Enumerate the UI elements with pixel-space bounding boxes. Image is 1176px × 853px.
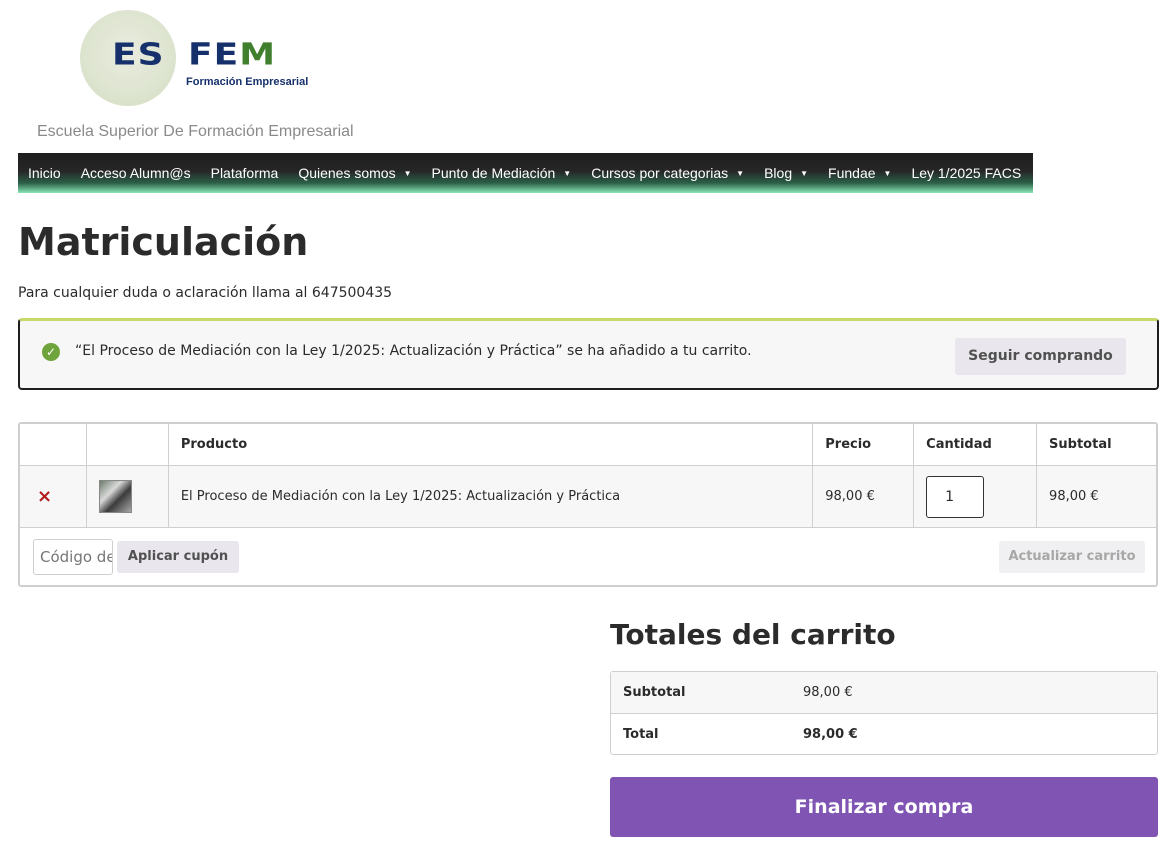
logo-fem-text: FEM xyxy=(188,37,277,72)
nav-item-cursos-por-categorias[interactable]: Cursos por categorias ▼ xyxy=(591,165,744,181)
site-logo[interactable]: ES FEM Formación Empresarial xyxy=(80,10,320,106)
total-label: Total xyxy=(623,726,659,742)
site-description: Escuela Superior De Formación Empresaria… xyxy=(37,123,354,140)
subtotal-label: Subtotal xyxy=(623,685,686,700)
cart-table: Producto Precio Cantidad Subtotal × El P… xyxy=(18,422,1158,587)
total-value: 98,00 € xyxy=(803,726,858,742)
header-quantity: Cantidad xyxy=(913,423,1038,466)
notice-message: “El Proceso de Mediación con la Ley 1/20… xyxy=(75,343,752,359)
logo-es-text: ES xyxy=(112,37,165,72)
totals-subtotal-row: Subtotal 98,00 € xyxy=(611,672,1157,713)
nav-item-quienes-somos[interactable]: Quienes somos ▼ xyxy=(298,165,411,181)
nav-item-acceso-alumnos[interactable]: Acceso Alumn@s xyxy=(81,165,191,181)
totals-total-row: Total 98,00 € xyxy=(611,713,1157,754)
nav-item-fundae[interactable]: Fundae ▼ xyxy=(828,165,891,181)
apply-coupon-button[interactable]: Aplicar cupón xyxy=(117,541,239,573)
continue-shopping-button[interactable]: Seguir comprando xyxy=(955,338,1126,375)
header-product: Producto xyxy=(167,423,814,466)
quantity-input[interactable]: 1 xyxy=(926,475,985,518)
added-to-cart-notice: ✓ “El Proceso de Mediación con la Ley 1/… xyxy=(18,318,1159,390)
cart-header-row: Producto Precio Cantidad Subtotal xyxy=(19,423,1157,466)
nav-item-punto-de-mediacion[interactable]: Punto de Mediación ▼ xyxy=(432,165,572,181)
nav-item-inicio[interactable]: Inicio xyxy=(28,165,61,181)
nav-item-plataforma[interactable]: Plataforma xyxy=(211,165,279,181)
caret-down-icon: ▼ xyxy=(403,168,412,178)
product-name-link[interactable]: El Proceso de Mediación con la Ley 1/202… xyxy=(167,465,814,528)
cart-actions: Código de cupón Aplicar cupón Actualizar… xyxy=(19,527,1157,586)
cart-totals-table: Subtotal 98,00 € Total 98,00 € xyxy=(610,671,1158,755)
header-price: Precio xyxy=(812,423,915,466)
checkout-button[interactable]: Finalizar compra xyxy=(610,777,1158,837)
nav-item-blog[interactable]: Blog ▼ xyxy=(764,165,808,181)
cart-totals-title: Totales del carrito xyxy=(610,618,896,651)
remove-item-icon[interactable]: × xyxy=(37,486,52,507)
header-remove xyxy=(19,423,87,466)
page-title: Matriculación xyxy=(18,220,309,264)
product-price: 98,00 € xyxy=(812,465,915,528)
logo-subtitle: Formación Empresarial xyxy=(186,76,309,88)
main-navigation: Inicio Acceso Alumn@s Plataforma Quienes… xyxy=(18,153,1033,193)
caret-down-icon: ▼ xyxy=(883,168,892,178)
caret-down-icon: ▼ xyxy=(736,168,745,178)
nav-item-ley-facs[interactable]: Ley 1/2025 FACS xyxy=(911,165,1021,181)
product-subtotal: 98,00 € xyxy=(1036,465,1157,528)
check-circle-icon: ✓ xyxy=(42,343,60,361)
header-subtotal: Subtotal xyxy=(1036,423,1157,466)
product-thumbnail[interactable] xyxy=(98,480,132,513)
update-cart-button[interactable]: Actualizar carrito xyxy=(999,541,1145,573)
caret-down-icon: ▼ xyxy=(563,168,572,178)
subtotal-value: 98,00 € xyxy=(803,685,853,700)
intro-text: Para cualquier duda o aclaración llama a… xyxy=(18,285,393,301)
header-thumbnail xyxy=(85,423,169,466)
caret-down-icon: ▼ xyxy=(800,168,809,178)
coupon-code-input[interactable]: Código de cupón xyxy=(33,539,113,575)
table-row: × El Proceso de Mediación con la Ley 1/2… xyxy=(19,465,1157,528)
